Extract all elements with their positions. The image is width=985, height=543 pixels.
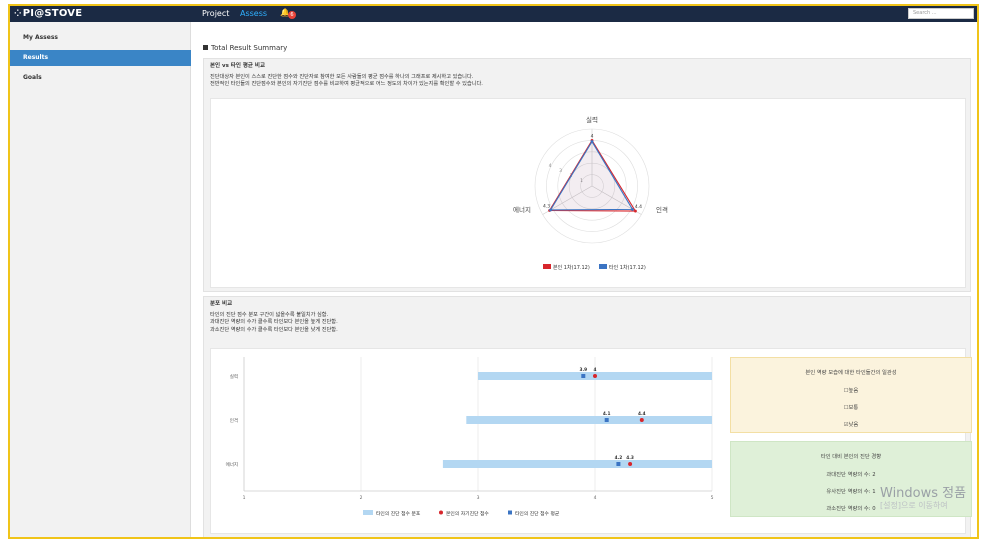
distribution-chart: 1 2 3 4 5 실력 3.9 4 인격 4.1 4.4 에너지 4.2 4.3 타인의 진단 점수 분포… [226,357,714,517]
section-title-text: Total Result Summary [211,44,288,52]
radar-axis-label: 인격 [656,205,668,214]
legend-swatch-self [439,510,443,515]
consistency-option-mid[interactable]: ☐보통 [731,403,971,411]
consistency-option-mid-label: 보통 [848,405,859,411]
radar-legend-label: 타인 1차(17.12) [609,264,646,271]
radar-point [631,207,634,211]
logo[interactable]: ⁘PI@STOVE [14,8,82,19]
legend-swatch-distribution [363,510,373,515]
others-mean-marker [604,418,609,422]
panel-distribution: 분포 비교 타인의 진단 점수 분포 구간이 넓을수록 불일치가 심함. 과대진… [203,296,972,537]
legend-swatch-others [508,510,512,515]
windows-watermark-sub: [설정]으로 이동하여 [880,501,948,510]
consistency-box: 본인 역량 모습에 대한 타인들간의 일관성 ☐높음 ☐보통 ☑낮음 [730,357,972,433]
distribution-chart-area: 1 2 3 4 5 실력 3.9 4 인격 4.1 4.4 에너지 4.2 4.3 타인의 진단 점수 분포… [210,348,972,534]
y-category-label: 인격 [230,417,238,424]
radar-point-label: 4.4 [635,204,642,210]
app-frame: ⁘PI@STOVE Project Assess 🔔 6 Search ... … [8,4,979,539]
panel2-desc-2: 과대진단 역량의 수가 클수록 타인보다 본인을 높게 진단함. [210,319,338,325]
y-category-label: 실력 [230,373,238,380]
panel1-desc-1: 진단대상자 본인이 스스로 진단한 점수와 진단자로 참여한 모든 사람들의 평… [210,73,474,80]
self-score-label: 4 [594,367,597,373]
sidebar: My Assess Results Goals [10,22,191,537]
self-score-marker [639,418,644,422]
panel1-heading: 본인 vs 타인 평균 비교 [210,63,265,69]
radar-point-label: 4.3 [543,204,550,210]
consistency-option-low[interactable]: ☑낮음 [731,420,971,428]
others-mean-label: 4.1 [603,411,611,417]
logo-icon: ⁘ [14,9,22,19]
x-tick-label: 5 [711,495,714,501]
radar-tick-label: 3 [559,168,562,174]
panel2-header: 분포 비교 타인의 진단 점수 분포 구간이 넓을수록 불일치가 심함. 과대진… [204,297,970,338]
legend-label-others: 타인의 진단 점수 평균 [515,510,560,517]
square-icon [203,45,208,50]
radar-chart-area: 1234실력인격에너지44.44.3본인 1차(17.12)타인 1차(17.1… [210,98,966,288]
tendency-over: 과대진단 역량의 수: 2 [826,472,876,478]
panel2-desc-1: 타인의 진단 점수 분포 구간이 넓을수록 불일치가 심함. [210,311,329,318]
sidebar-item-goals[interactable]: Goals [10,70,191,86]
y-category-label: 에너지 [226,461,238,468]
sidebar-item-results[interactable]: Results [10,50,191,66]
radar-point [634,209,637,213]
distribution-bar [466,416,712,424]
self-score-label: 4.4 [638,411,646,417]
search-input[interactable]: Search ... [908,8,974,19]
radar-axis-label: 실력 [586,115,598,124]
panel2-desc-3: 과소진단 역량의 수가 클수록 타인보다 본인을 낮게 진단함. [210,326,338,333]
self-score-label: 4.3 [626,455,634,461]
self-score-marker [628,462,633,466]
panel1-desc-2: 전반적인 타인들의 진단점수와 본인의 자기진단 점수를 비교하여 평균적으로 … [210,81,483,87]
section-title: Total Result Summary [203,44,287,52]
tendency-title: 타인 대비 본인의 진단 경향 [820,454,882,460]
radar-legend-label: 본인 1차(17.12) [553,264,590,271]
others-mean-label: 3.9 [579,367,587,373]
legend-label-distribution: 타인의 진단 점수 분포 [376,510,421,517]
radar-axis-label: 에너지 [513,205,531,214]
notification-badge: 6 [288,11,296,19]
panel2-heading: 분포 비교 [210,301,233,307]
radar-tick-label: 4 [549,163,552,169]
logo-text: PI@STOVE [22,8,83,19]
nav-assess[interactable]: Assess [240,9,267,18]
radar-legend-swatch [599,264,607,269]
legend-label-self: 본인의 자기진단 점수 [446,510,489,517]
x-tick-label: 1 [243,495,246,501]
top-navbar: ⁘PI@STOVE Project Assess 🔔 6 Search ... [10,6,977,22]
radar-point [549,208,552,212]
consistency-title: 본인 역량 모습에 대한 타인들간의 일관성 [805,370,897,376]
radar-legend-swatch [543,264,551,269]
consistency-option-high[interactable]: ☐높음 [731,386,971,394]
nav-project[interactable]: Project [202,9,229,18]
consistency-option-low-label: 낮음 [848,422,859,428]
sidebar-item-my-assess[interactable]: My Assess [10,30,191,46]
panel1-header: 본인 vs 타인 평균 비교 진단대상자 본인이 스스로 진단한 점수와 진단자… [204,59,970,93]
self-score-marker [593,374,597,378]
windows-watermark: Windows 정품 [880,486,967,501]
x-tick-label: 2 [360,495,363,501]
x-tick-label: 3 [477,495,480,501]
distribution-bar [442,460,712,468]
others-mean-marker [616,462,621,466]
radar-point [590,140,594,143]
radar-chart: 1234실력인격에너지44.44.3본인 1차(17.12)타인 1차(17.1… [513,115,668,271]
x-tick-label: 4 [594,495,597,501]
others-mean-label: 4.2 [615,455,623,461]
panel-self-vs-others: 본인 vs 타인 평균 비교 진단대상자 본인이 스스로 진단한 점수와 진단자… [203,58,971,292]
radar-series-polygon [549,140,634,211]
radar-point-label: 4 [591,133,594,139]
others-mean-marker [581,374,586,378]
consistency-option-high-label: 높음 [848,388,859,394]
